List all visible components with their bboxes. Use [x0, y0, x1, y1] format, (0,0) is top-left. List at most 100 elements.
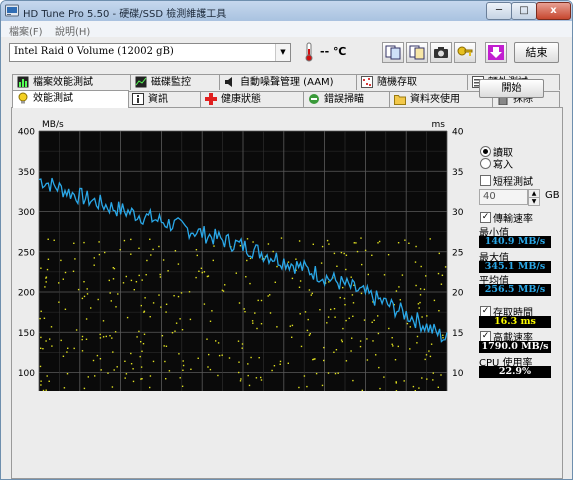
access-time-point	[343, 252, 345, 255]
access-time-point	[299, 313, 301, 315]
right-tick-label: 25	[452, 248, 463, 258]
access-time-point	[112, 267, 114, 269]
access-time-point	[418, 387, 420, 389]
access-time-point	[432, 379, 434, 381]
access-time-point	[197, 357, 199, 359]
close-button[interactable]: x	[536, 2, 571, 20]
access-time-point	[342, 286, 344, 289]
access-time-point	[442, 334, 444, 336]
access-time-point	[307, 318, 309, 321]
write-label: 寫入	[493, 160, 513, 171]
access-time-point	[125, 373, 128, 375]
access-time-point	[182, 364, 185, 367]
access-time-point	[113, 369, 115, 371]
access-time-point	[104, 251, 106, 254]
access-time-point	[372, 340, 374, 342]
access-time-point	[143, 310, 146, 312]
access-time-point	[274, 281, 276, 283]
access-time-point	[303, 375, 306, 377]
short-test-spinner[interactable]: 40 ▲ ▼ GB	[479, 189, 560, 206]
access-time-point	[254, 312, 256, 314]
access-time-point	[241, 347, 243, 349]
exit-button[interactable]: 結束	[514, 42, 559, 63]
read-radio[interactable]	[480, 146, 491, 157]
access-time-point	[361, 263, 363, 266]
save-button[interactable]	[485, 42, 507, 63]
access-time-point	[251, 320, 254, 322]
access-time-point	[74, 258, 76, 260]
access-time-point	[421, 316, 423, 318]
write-radio[interactable]	[480, 158, 491, 169]
access-time-point	[416, 342, 418, 344]
spin-down-icon[interactable]: ▼	[528, 197, 540, 206]
access-time-point	[360, 292, 363, 295]
access-time-point	[142, 343, 145, 345]
access-time-point	[126, 316, 129, 319]
access-time-point	[158, 245, 160, 248]
access-time-point	[203, 303, 206, 305]
access-time-point	[260, 379, 263, 381]
access-time-point	[50, 326, 53, 328]
access-time-point	[152, 360, 155, 363]
access-time-point	[141, 279, 143, 281]
access-time-point	[438, 310, 440, 312]
access-time-point	[138, 247, 140, 249]
access-time-point	[391, 337, 393, 339]
access-time-point	[345, 319, 347, 322]
access-time-point	[75, 329, 78, 331]
access-time-point	[437, 386, 439, 388]
access-time-point	[53, 239, 55, 241]
access-time-point	[399, 299, 401, 301]
access-time-point	[311, 292, 313, 295]
access-time-point	[111, 386, 114, 388]
short-test-input[interactable]: 40	[479, 189, 528, 205]
start-button[interactable]: 開始	[479, 79, 544, 98]
access-time-point	[119, 249, 121, 251]
access-time-point	[139, 355, 141, 358]
access-time-point	[298, 240, 301, 242]
access-time-point	[132, 380, 135, 383]
tab-benchmark[interactable]: 效能測試	[12, 90, 129, 108]
access-time-point	[62, 278, 64, 280]
access-time-point	[196, 254, 198, 257]
access-time-point	[246, 259, 248, 262]
access-time-point	[235, 272, 237, 274]
access-time-point	[272, 250, 274, 253]
access-time-point	[174, 250, 177, 252]
access-time-point	[110, 300, 112, 302]
access-time-point	[344, 304, 346, 306]
access-time-point	[279, 363, 281, 365]
access-time-point	[161, 335, 164, 337]
access-time-point	[42, 348, 44, 350]
access-time-point	[260, 323, 263, 325]
access-time-point	[203, 271, 206, 273]
access-time-point	[182, 360, 184, 362]
access-time-point	[45, 389, 47, 391]
access-time-point	[433, 299, 436, 302]
access-time-point	[419, 294, 422, 296]
access-time-point	[377, 332, 380, 335]
access-time-point	[124, 377, 126, 379]
access-time-point	[273, 365, 276, 367]
access-time-point	[383, 274, 386, 276]
access-time-point	[123, 239, 126, 242]
access-time-point	[395, 290, 398, 292]
access-time-point	[108, 279, 110, 282]
access-time-point	[379, 387, 381, 390]
access-time-point	[351, 337, 353, 339]
short-test-checkbox[interactable]	[480, 175, 491, 186]
access-time-point	[130, 238, 132, 241]
right-tick-label: 20	[452, 289, 464, 299]
access-time-point	[395, 381, 397, 383]
access-time-point	[175, 322, 178, 324]
access-time-point	[93, 257, 95, 259]
access-time-point	[213, 245, 215, 247]
minimize-button[interactable]: ─	[486, 2, 512, 20]
access-time-point	[43, 317, 46, 319]
maximize-button[interactable]: □	[511, 2, 537, 20]
access-time-point	[426, 315, 428, 317]
access-time-point	[299, 280, 302, 282]
access-time-point	[116, 366, 118, 368]
transfer-rate-checkbox[interactable]: ✓	[480, 212, 491, 223]
access-time-point	[328, 281, 330, 283]
